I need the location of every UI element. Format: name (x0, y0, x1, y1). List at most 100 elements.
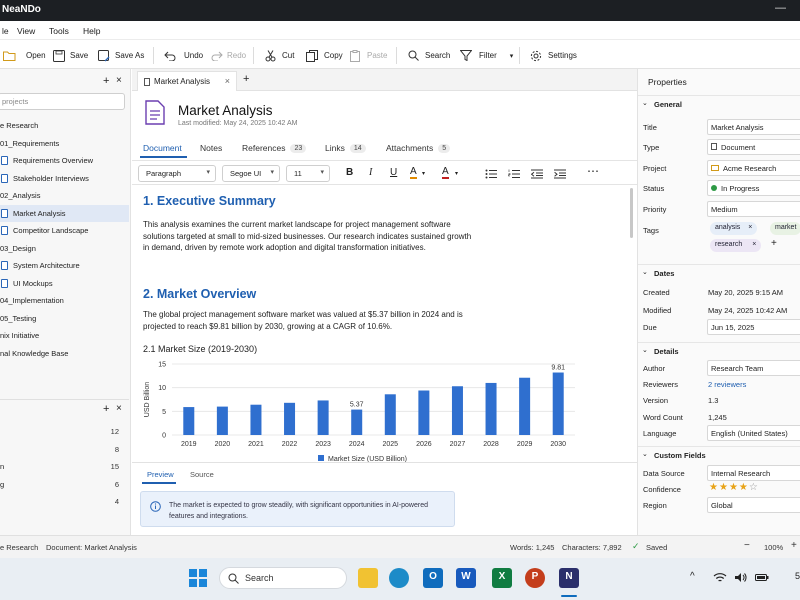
scrollbar-thumb[interactable] (630, 188, 633, 238)
neando-app-icon[interactable]: N (559, 568, 579, 588)
sidebar-item[interactable]: System Architecture (0, 257, 129, 274)
open-button[interactable]: Open (3, 48, 46, 63)
new-tab-icon[interactable]: + (243, 73, 249, 85)
sidebar-item[interactable]: 01_Requirements (0, 135, 129, 152)
tab-attachments[interactable]: Attachments 5 (386, 143, 451, 153)
more-options-icon[interactable]: ⋯ (587, 164, 599, 178)
type-select[interactable]: Document (707, 139, 800, 155)
sidebar-item[interactable]: Competitor Landscape (0, 222, 129, 239)
tab-preview[interactable]: Preview (147, 470, 174, 479)
menu-view[interactable]: View (17, 26, 35, 36)
title-field[interactable]: Market Analysis (707, 119, 800, 135)
count-row[interactable]: 12 (0, 424, 129, 441)
minimize-button[interactable]: — (775, 2, 786, 14)
project-select[interactable]: Acme Research (707, 160, 800, 176)
remove-tag-icon[interactable]: × (752, 241, 756, 248)
count-row[interactable]: n 15 (0, 459, 129, 476)
tag-chip[interactable]: research × (710, 239, 762, 252)
section-details[interactable]: ⌄ Details (638, 342, 800, 358)
due-date-field[interactable]: Jun 15, 2025 (707, 319, 800, 335)
count-row[interactable]: g6 (0, 477, 129, 494)
tab-document[interactable]: Document (143, 143, 182, 153)
language-select[interactable]: English (United States) (707, 425, 800, 441)
font-select[interactable]: Segoe UI ▾ (222, 165, 280, 182)
sidebar-item[interactable]: nal Knowledge Base (0, 345, 129, 362)
section-custom-fields[interactable]: ⌄ Custom Fields (638, 446, 800, 462)
sidebar-item[interactable]: nix Initiative (0, 327, 129, 344)
sidebar-item[interactable]: Stakeholder Interviews (0, 170, 129, 187)
close-icon[interactable]: × (116, 75, 122, 86)
italic-icon[interactable]: I (369, 167, 372, 178)
add-icon[interactable]: + (103, 403, 109, 415)
menu-help[interactable]: Help (83, 26, 100, 36)
sidebar-item[interactable]: 03_Design (0, 240, 129, 257)
redo-button[interactable]: Redo (211, 48, 246, 63)
status-select[interactable]: In Progress (707, 180, 800, 196)
tag-chip[interactable]: market (770, 222, 800, 235)
tab-references[interactable]: References 23 (242, 143, 307, 153)
tab-source[interactable]: Source (190, 470, 214, 479)
tag-chip[interactable]: analysis × (710, 222, 758, 235)
tab-market-analysis[interactable]: Market Analysis × (137, 71, 237, 91)
bold-icon[interactable]: B (346, 167, 353, 178)
sidebar-item[interactable]: Market Analysis (0, 204, 129, 222)
section-general[interactable]: ⌄ General (638, 95, 800, 111)
wifi-icon[interactable] (713, 572, 727, 583)
tab-links[interactable]: Links 14 (325, 143, 366, 153)
add-tag-icon[interactable]: + (771, 238, 777, 249)
author-field[interactable]: Research Team (707, 360, 800, 376)
outlook-icon[interactable]: O (423, 568, 443, 588)
star-filled-icon[interactable]: ★ (729, 482, 739, 493)
bullet-list-icon[interactable] (485, 169, 497, 179)
reviewers-link[interactable]: 2 reviewers (708, 380, 746, 389)
chevron-down-icon[interactable]: ▾ (422, 170, 425, 177)
start-icon[interactable] (189, 569, 207, 587)
star-filled-icon[interactable]: ★ (739, 482, 749, 493)
excel-icon[interactable]: X (492, 568, 512, 588)
priority-select[interactable]: Medium (707, 201, 800, 217)
vertical-scrollbar[interactable] (629, 186, 635, 462)
powerpoint-icon[interactable]: P (525, 568, 545, 588)
confidence-rating[interactable]: ★★★★☆ (709, 482, 759, 493)
close-icon[interactable]: × (116, 403, 122, 414)
data-source-field[interactable]: Internal Research (707, 465, 800, 481)
word-icon[interactable]: W (456, 568, 476, 588)
edge-icon[interactable] (389, 568, 409, 588)
search-button[interactable]: Search (408, 48, 450, 63)
paste-button[interactable]: Paste (350, 48, 387, 63)
numbered-list-icon[interactable] (508, 169, 520, 179)
star-empty-icon[interactable]: ☆ (749, 482, 759, 493)
close-tab-icon[interactable]: × (225, 76, 230, 86)
settings-button[interactable]: Settings (530, 48, 577, 63)
font-size-select[interactable]: 11 ▾ (286, 165, 330, 182)
chevron-down-icon[interactable]: ▾ (455, 170, 458, 177)
sidebar-item[interactable]: 05_Testing (0, 310, 129, 327)
text-highlight-icon[interactable]: A (410, 167, 417, 179)
outdent-icon[interactable] (531, 169, 543, 179)
sidebar-item[interactable]: Requirements Overview (0, 152, 129, 169)
star-filled-icon[interactable]: ★ (709, 482, 719, 493)
tab-notes[interactable]: Notes (200, 143, 222, 153)
zoom-in-button[interactable]: + (791, 540, 797, 551)
document-content[interactable]: 1. Executive Summary This analysis exami… (132, 186, 629, 462)
count-row[interactable]: 8 (0, 442, 129, 459)
underline-icon[interactable]: U (390, 167, 397, 178)
section-dates[interactable]: ⌄ Dates (638, 264, 800, 280)
region-select[interactable]: Global (707, 497, 800, 513)
volume-icon[interactable] (734, 572, 747, 583)
undo-button[interactable]: Undo (164, 48, 203, 63)
menu-tools[interactable]: Tools (49, 26, 69, 36)
sidebar-item[interactable]: e Research (0, 117, 129, 134)
paragraph-style-select[interactable]: Paragraph ▾ (138, 165, 216, 182)
chevron-up-icon[interactable]: ^ (690, 571, 695, 582)
save-as-button[interactable]: Save As (98, 48, 144, 63)
count-row[interactable]: 4 (0, 494, 129, 511)
filter-button[interactable]: Filter ▾ (460, 48, 513, 63)
save-button[interactable]: Save (53, 48, 88, 63)
search-input[interactable]: projects (0, 93, 125, 110)
sidebar-item[interactable]: 02_Analysis (0, 187, 129, 204)
indent-icon[interactable] (554, 169, 566, 179)
add-icon[interactable]: + (103, 75, 109, 87)
copy-button[interactable]: Copy (306, 48, 343, 63)
zoom-out-button[interactable]: − (744, 540, 750, 551)
